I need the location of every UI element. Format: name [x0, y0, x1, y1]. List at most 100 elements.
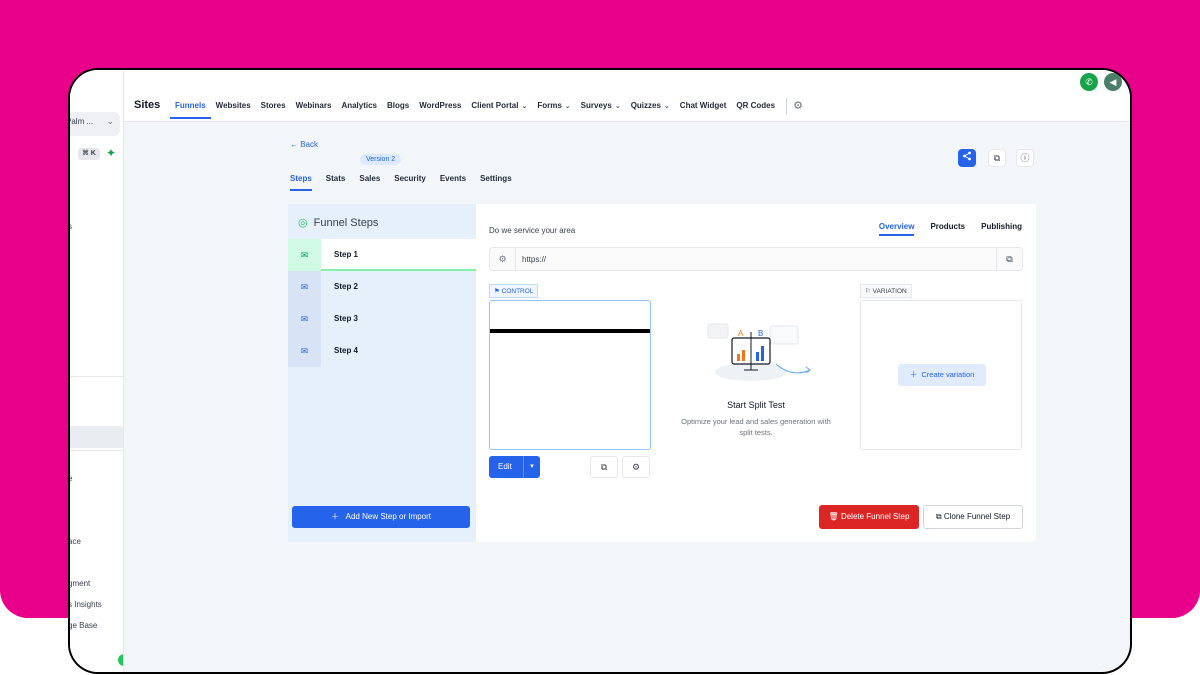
funnel-step-label: Step 2	[334, 282, 359, 291]
chevron-down-icon: ⌄	[521, 103, 528, 110]
clone-step-button[interactable]: ⧉ Clone Funnel Step	[923, 505, 1023, 529]
svg-text:A: A	[738, 329, 744, 338]
left-sidebar: Palm ... ⌄ ⌘ K ✦ s e ace gment s Insight…	[70, 70, 124, 672]
url-settings-icon[interactable]: ⚙	[490, 248, 516, 270]
nav-item-quizzes[interactable]: Quizzes ⌄	[626, 101, 675, 119]
nav-item-label: Blogs	[387, 101, 410, 110]
search-shortcut[interactable]: ⌘ K	[78, 148, 100, 160]
funnel-step-item[interactable]: ✉ Step 2	[288, 271, 476, 303]
funnel-step-item[interactable]: ✉ Step 3	[288, 303, 476, 335]
step-url-bar: ⚙ https:// ⧉	[489, 247, 1023, 271]
nav-item-label: Websites	[215, 101, 251, 110]
preview-external-button[interactable]: ⧉	[590, 456, 618, 478]
nav-item-chat-widget[interactable]: Chat Widget	[675, 101, 732, 119]
preview-bar	[490, 329, 650, 333]
create-variation-button[interactable]: ＋ Create variation	[898, 364, 986, 386]
sidebar-item-active[interactable]	[70, 426, 123, 448]
detail-tab-publishing[interactable]: Publishing	[981, 222, 1022, 236]
delete-step-label: Delete Funnel Step	[840, 512, 910, 521]
delete-step-button[interactable]: 🗑 Delete Funnel Step	[819, 505, 919, 529]
variation-tag: ⚐ VARIATION	[860, 284, 912, 298]
sidebar-item-2[interactable]: e	[70, 474, 72, 483]
split-test-illustration: A B	[707, 323, 811, 381]
phone-icon[interactable]: ✆	[1080, 73, 1098, 91]
steps-title-text: Funnel Steps	[313, 217, 379, 229]
nav-item-analytics[interactable]: Analytics	[336, 101, 382, 119]
create-variation-label: Create variation	[921, 370, 975, 379]
add-step-label: Add New Step or Import	[345, 512, 432, 521]
sidebar-item-1[interactable]: s	[70, 222, 72, 231]
tab-security[interactable]: Security	[394, 174, 426, 191]
nav-item-forms[interactable]: Forms ⌄	[532, 101, 575, 119]
nav-item-label: Chat Widget	[679, 101, 727, 110]
funnel-step-item[interactable]: ✉ Step 4	[288, 335, 476, 367]
variation-preview: ＋ Create variation	[860, 300, 1022, 450]
sidebar-divider	[70, 450, 123, 451]
nav-item-label: Analytics	[341, 101, 378, 110]
open-url-icon[interactable]: ⧉	[996, 248, 1022, 270]
funnel-step-item[interactable]: ✉ Step 1	[288, 239, 476, 271]
nav-item-qr-codes[interactable]: QR Codes	[731, 101, 780, 119]
tab-steps[interactable]: Steps	[290, 174, 312, 191]
nav-item-label: Surveys	[580, 101, 612, 110]
chevron-down-icon[interactable]: ▾	[523, 456, 540, 478]
quick-add-icon[interactable]: ✦	[106, 146, 116, 160]
copy-icon: ⧉	[935, 512, 942, 521]
edit-button[interactable]: Edit ▾	[489, 456, 540, 478]
share-button[interactable]	[958, 149, 976, 167]
nav-item-funnels[interactable]: Funnels	[170, 101, 211, 119]
mail-icon: ✉	[288, 271, 321, 303]
open-external-button[interactable]: ⧉	[988, 149, 1006, 167]
collapse-sidebar-icon[interactable]: ‹	[118, 654, 123, 666]
split-test-description: Optimize your lead and sales generation …	[681, 417, 831, 437]
info-button[interactable]: ⓘ	[1016, 149, 1034, 167]
nav-item-blogs[interactable]: Blogs	[382, 101, 414, 119]
nav-item-websites[interactable]: Websites	[211, 101, 256, 119]
step-url[interactable]: https://	[522, 255, 546, 264]
nav-item-wordpress[interactable]: WordPress	[414, 101, 466, 119]
version-badge: Version 2	[360, 154, 402, 165]
sidebar-item-6[interactable]: ge Base	[70, 621, 97, 630]
chevron-down-icon: ⌄	[564, 103, 571, 110]
app-screen: Palm ... ⌄ ⌘ K ✦ s e ace gment s Insight…	[70, 70, 1130, 672]
back-label: Back	[300, 140, 319, 149]
tab-events[interactable]: Events	[440, 174, 466, 191]
tab-sales[interactable]: Sales	[359, 174, 380, 191]
tab-settings[interactable]: Settings	[480, 174, 512, 191]
svg-text:B: B	[758, 329, 763, 338]
sidebar-item-4[interactable]: gment	[70, 579, 90, 588]
nav-item-label: Client Portal	[471, 101, 519, 110]
nav-item-client-portal[interactable]: Client Portal ⌄	[466, 101, 532, 119]
nav-item-stores[interactable]: Stores	[256, 101, 291, 119]
trash-icon: 🗑	[828, 512, 839, 521]
detail-tab-overview[interactable]: Overview	[878, 222, 914, 236]
funnel-steps-title: ◎ Funnel Steps	[298, 216, 378, 229]
external-link-icon: ⧉	[993, 153, 1001, 163]
sidebar-item-5[interactable]: s Insights	[70, 600, 102, 609]
share-icon	[963, 151, 971, 161]
control-preview[interactable]	[489, 300, 651, 450]
gear-icon: ⚙	[631, 462, 641, 472]
detail-tab-products[interactable]: Products	[930, 222, 965, 236]
nav-item-label: WordPress	[419, 101, 462, 110]
control-settings-button[interactable]: ⚙	[622, 456, 650, 478]
funnel-card: ◎ Funnel Steps ✉ Step 1 ✉ Step 2 ✉ Step 3 ✉ Step…	[288, 204, 1036, 542]
top-navigation: Sites Funnels Websites Stores Webinars Analy…	[124, 70, 1130, 122]
gear-icon[interactable]: ⚙	[793, 99, 803, 119]
add-step-button[interactable]: ＋ Add New Step or Import	[292, 506, 470, 528]
nav-item-label: Webinars	[295, 101, 332, 110]
workspace-switcher[interactable]: Palm ... ⌄	[70, 112, 120, 136]
tab-stats[interactable]: Stats	[326, 174, 346, 191]
external-link-icon: ⧉	[600, 462, 608, 472]
chevron-down-icon: ⌄	[663, 103, 670, 110]
sidebar-item-3[interactable]: ace	[70, 537, 81, 546]
back-link[interactable]: ← Back	[290, 140, 318, 149]
nav-item-surveys[interactable]: Surveys ⌄	[576, 101, 626, 119]
mail-icon: ✉	[288, 239, 321, 271]
split-test-title: Start Split Test	[727, 400, 785, 410]
nav-item-webinars[interactable]: Webinars	[291, 101, 337, 119]
nav-item-label: Quizzes	[630, 101, 661, 110]
edit-label: Edit	[498, 462, 512, 471]
funnel-step-label: Step 4	[334, 346, 359, 355]
megaphone-icon[interactable]: ◀	[1104, 73, 1122, 91]
